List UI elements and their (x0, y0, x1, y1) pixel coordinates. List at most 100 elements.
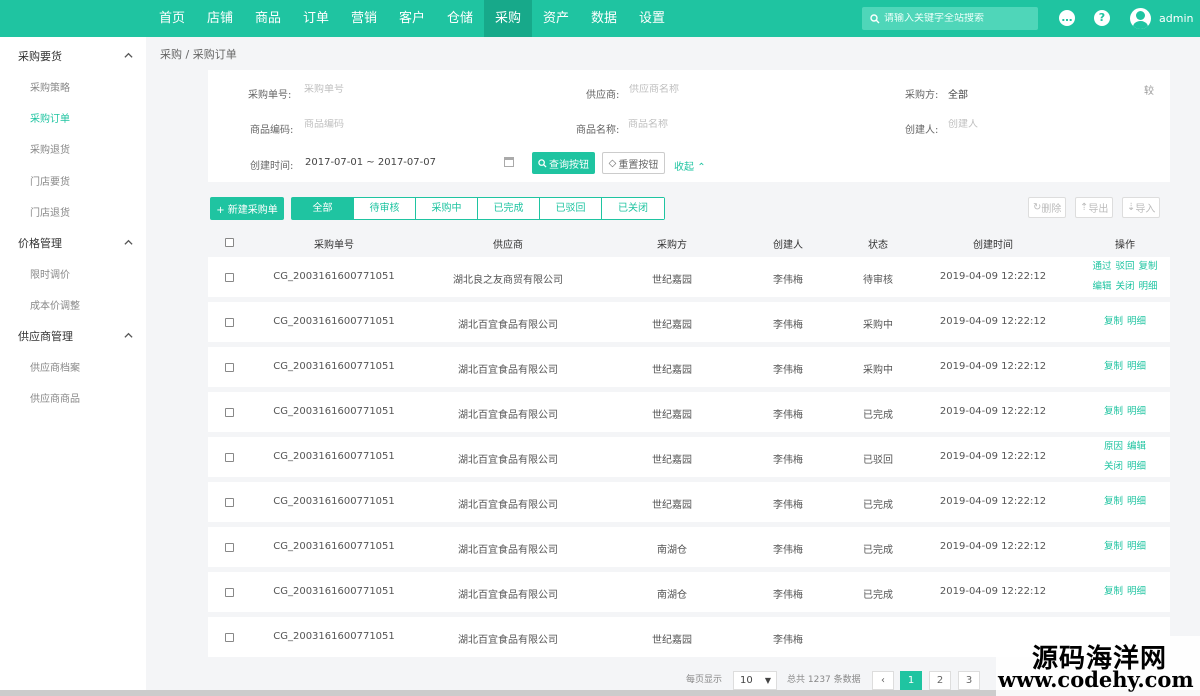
topnav-item[interactable]: 营销 (340, 0, 388, 37)
calendar-icon[interactable] (504, 157, 514, 167)
row-checkbox[interactable] (225, 273, 234, 282)
username[interactable]: admin (1159, 12, 1193, 25)
topnav-item[interactable]: 采购 (484, 0, 532, 37)
row-checkbox[interactable] (225, 543, 234, 552)
row-action-link[interactable]: 明细 (1127, 406, 1146, 417)
select-all-checkbox[interactable] (225, 238, 234, 247)
order-no-cell[interactable]: CG_2003161600771051 (254, 406, 414, 417)
row-checkbox[interactable] (225, 453, 234, 462)
row-action-link[interactable]: 关闭 (1115, 281, 1134, 292)
collapse-toggle[interactable]: 收起 ⌃ (674, 158, 706, 173)
topnav-item[interactable]: 店铺 (196, 0, 244, 37)
sidebar-item[interactable]: 成本价调整 (30, 297, 80, 312)
row-action-link[interactable]: 复制 (1104, 586, 1123, 597)
row-checkbox[interactable] (225, 363, 234, 372)
row-action-link[interactable]: 通过 (1092, 261, 1111, 272)
row-checkbox[interactable] (225, 408, 234, 417)
row-checkbox[interactable] (225, 588, 234, 597)
order-no-cell[interactable]: CG_2003161600771051 (254, 451, 414, 462)
buyer-cell: 世纪嘉园 (652, 275, 692, 286)
page-button[interactable]: 1 (900, 671, 922, 690)
sidebar-item[interactable]: 供应商档案 (30, 359, 80, 374)
row-action-link[interactable]: 复制 (1104, 361, 1123, 372)
topnav-item[interactable]: 数据 (580, 0, 628, 37)
global-search[interactable] (862, 7, 1038, 30)
topnav-item[interactable]: 资产 (532, 0, 580, 37)
page-button[interactable]: 2 (929, 671, 951, 690)
row-action-link[interactable]: 明细 (1127, 586, 1146, 597)
new-order-button[interactable]: + 新建采购单 (210, 197, 284, 220)
reset-button[interactable]: ◇ 重置按钮 (602, 152, 665, 174)
row-action-link[interactable]: 原因 (1104, 441, 1123, 452)
topnav-item[interactable]: 设置 (628, 0, 676, 37)
buyer-select[interactable]: 全部 (948, 86, 968, 101)
row-checkbox[interactable] (225, 498, 234, 507)
import-button[interactable]: ⇣ 导入 (1122, 197, 1161, 218)
order-no-cell[interactable]: CG_2003161600771051 (254, 271, 414, 282)
order-no-input[interactable] (304, 84, 464, 95)
status-tab[interactable]: 待审核 (354, 198, 416, 219)
status-tab[interactable]: 已完成 (478, 198, 540, 219)
creator-input[interactable] (948, 119, 1108, 130)
sidebar-group-title[interactable]: 采购要货 (18, 48, 62, 64)
per-page-select[interactable]: 10 ▼ (733, 671, 777, 690)
row-action-link[interactable]: 明细 (1139, 281, 1158, 292)
order-no-cell[interactable]: CG_2003161600771051 (254, 316, 414, 327)
order-no-cell[interactable]: CG_2003161600771051 (254, 586, 414, 597)
order-no-cell[interactable]: CG_2003161600771051 (254, 541, 414, 552)
query-button[interactable]: 查询按钮 (532, 152, 595, 174)
row-action-link[interactable]: 复制 (1104, 541, 1123, 552)
order-no-cell[interactable]: CG_2003161600771051 (254, 631, 414, 642)
sidebar-item[interactable]: 门店退货 (30, 204, 70, 219)
row-checkbox[interactable] (225, 633, 234, 642)
row-action-link[interactable]: 驳回 (1115, 261, 1134, 272)
prev-page-button[interactable]: ‹ (872, 671, 894, 690)
sidebar-item[interactable]: 限时调价 (30, 266, 70, 281)
help-icon[interactable]: ? (1094, 10, 1110, 26)
order-no-cell[interactable]: CG_2003161600771051 (254, 361, 414, 372)
row-action-link[interactable]: 编辑 (1092, 281, 1111, 292)
topnav-item[interactable]: 首页 (148, 0, 196, 37)
status-tab[interactable]: 全部 (292, 198, 354, 219)
chevron-up-icon[interactable] (124, 236, 133, 245)
delete-button[interactable]: ↻ 删除 (1028, 197, 1067, 218)
supplier-input[interactable] (629, 84, 789, 95)
status-tab[interactable]: 已驳回 (540, 198, 602, 219)
topnav-item[interactable]: 客户 (388, 0, 436, 37)
page-button[interactable]: 3 (958, 671, 980, 690)
sidebar-item[interactable]: 门店要货 (30, 173, 70, 188)
row-action-link[interactable]: 复制 (1104, 406, 1123, 417)
goods-code-input[interactable] (304, 119, 464, 130)
row-action-link[interactable]: 明细 (1127, 541, 1146, 552)
row-action-link[interactable]: 明细 (1127, 496, 1146, 507)
created-time-range[interactable]: 2017-07-01 ~ 2017-07-07 (305, 157, 436, 168)
sidebar-group-title[interactable]: 供应商管理 (18, 328, 73, 344)
sidebar-item[interactable]: 采购策略 (30, 79, 70, 94)
global-search-input[interactable] (884, 13, 1034, 24)
topnav-item[interactable]: 商品 (244, 0, 292, 37)
sidebar-item[interactable]: 供应商商品 (30, 390, 80, 405)
row-action-link[interactable]: 复制 (1139, 261, 1158, 272)
row-action-link[interactable]: 明细 (1127, 361, 1146, 372)
row-action-link[interactable]: 明细 (1127, 461, 1146, 472)
status-tab[interactable]: 已关闭 (602, 198, 664, 219)
row-action-link[interactable]: 明细 (1127, 316, 1146, 327)
avatar[interactable] (1130, 8, 1151, 29)
topnav-item[interactable]: 仓储 (436, 0, 484, 37)
row-action-link[interactable]: 编辑 (1127, 441, 1146, 452)
status-tab[interactable]: 采购中 (416, 198, 478, 219)
row-action-link[interactable]: 复制 (1104, 316, 1123, 327)
sidebar-group-title[interactable]: 价格管理 (18, 235, 62, 251)
order-no-cell[interactable]: CG_2003161600771051 (254, 496, 414, 507)
chevron-up-icon[interactable] (124, 329, 133, 338)
row-checkbox[interactable] (225, 318, 234, 327)
message-icon[interactable]: … (1059, 10, 1075, 26)
row-action-link[interactable]: 复制 (1104, 496, 1123, 507)
goods-name-input[interactable] (628, 119, 788, 130)
topnav-item[interactable]: 订单 (292, 0, 340, 37)
row-action-link[interactable]: 关闭 (1104, 461, 1123, 472)
chevron-up-icon[interactable] (124, 49, 133, 58)
export-button[interactable]: ⇡ 导出 (1075, 197, 1114, 218)
sidebar-item[interactable]: 采购订单 (30, 110, 70, 125)
sidebar-item[interactable]: 采购退货 (30, 141, 70, 156)
